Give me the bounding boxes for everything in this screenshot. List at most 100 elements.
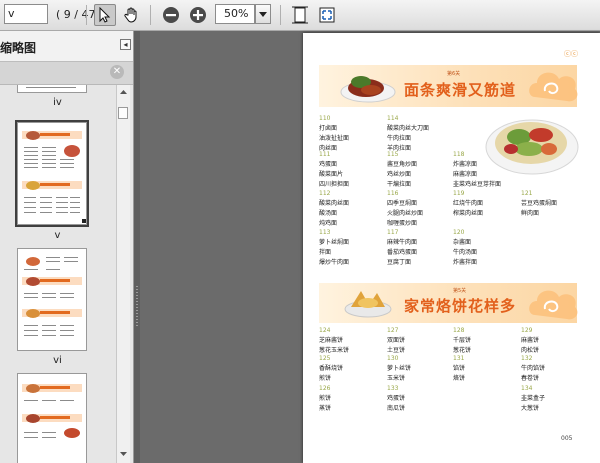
menu-item: 大葱饼 xyxy=(521,405,540,412)
menu-item: 牛肉拉面 xyxy=(387,135,412,142)
menu-item: 香酥烧饼 xyxy=(319,365,344,372)
menu-item: 火腿肉丝炒面 xyxy=(387,210,424,217)
menu-item: 杂酱面 xyxy=(453,239,472,246)
toolbar-separator xyxy=(86,5,87,25)
cloud-ornament-icon xyxy=(529,290,578,320)
fit-width-button[interactable] xyxy=(289,4,311,26)
menu-item: 爆炒牛肉面 xyxy=(319,259,350,266)
menu-item: 豆腐丁面 xyxy=(387,259,412,266)
menu-item: 红烧牛肉面 xyxy=(453,200,484,207)
thumbnail-label: vi xyxy=(53,355,62,366)
menu-item: 芸豆鸡蛋焖面 xyxy=(521,200,558,207)
menu-item: 韭菜盒子 xyxy=(521,395,546,402)
scrollbar-thumb[interactable] xyxy=(118,107,128,119)
thumbnail-page[interactable] xyxy=(17,85,87,93)
menu-group-number: 120 xyxy=(453,229,465,236)
document-page: ⓒⓒ 第6关 面条爽滑又筋道 110 打卤面 油泼扯扯面 肉丝面 114 酸菜肉丝大刀面牛… xyxy=(303,33,600,463)
menu-item: 千层饼 xyxy=(453,337,472,344)
menu-item: 玉米饼 xyxy=(387,375,406,382)
toolbar: v ( 9 / 472 ) 50% xyxy=(0,0,600,31)
collapse-panel-button[interactable]: ◂ xyxy=(120,39,131,50)
scroll-up-icon[interactable] xyxy=(117,87,130,97)
menu-group-number: 117 xyxy=(387,229,399,236)
zoom-in-icon xyxy=(190,7,206,23)
menu-group-number: 129 xyxy=(521,327,533,334)
menu-group-number: 118 xyxy=(453,151,465,158)
menu-item: 萝卜丝饼 xyxy=(387,365,412,372)
menu-item: 酸菜面片 xyxy=(319,171,344,178)
menu-group-number: 128 xyxy=(453,327,465,334)
dish-photo-icon xyxy=(485,119,579,175)
scroll-down-icon[interactable] xyxy=(117,449,130,459)
menu-item: 酱豆角炒面 xyxy=(387,161,418,168)
thumbnail-page[interactable] xyxy=(17,373,87,463)
thumbnail-panel-header: 缩略图 ◂ xyxy=(0,31,133,62)
section-title: 面条爽滑又筋道 xyxy=(404,81,517,99)
thumbnail-options-bar: ✕ xyxy=(0,62,133,85)
menu-item: 油泼扯扯面 xyxy=(319,135,350,142)
menu-item: 四季豆焖面 xyxy=(387,200,418,207)
menu-item: 韭菜鸡丝豆芽拌面 xyxy=(453,181,502,188)
cloud-ornament-icon xyxy=(529,72,578,102)
thumbnail-label: iv xyxy=(53,97,62,108)
menu-item: 葱花饼 xyxy=(453,347,472,354)
zoom-out-button[interactable] xyxy=(160,4,182,26)
toolbar-separator xyxy=(150,5,151,25)
fit-page-button[interactable] xyxy=(316,4,338,26)
menu-item: 煎饼 xyxy=(319,395,332,402)
menu-group-number: 126 xyxy=(319,385,331,392)
menu-item: 炸酱拌面 xyxy=(453,259,478,266)
menu-group-number: 131 xyxy=(453,355,465,362)
menu-item: 土豆饼 xyxy=(387,347,406,354)
zoom-dropdown-button[interactable] xyxy=(255,4,271,24)
menu-item: 酸汤面 xyxy=(319,210,338,217)
menu-item: 麻辣牛肉面 xyxy=(387,239,418,246)
hand-tool-button[interactable] xyxy=(120,4,142,26)
hand-icon xyxy=(124,7,137,23)
menu-item: 春卷饼 xyxy=(521,375,540,382)
menu-item: 鸡丝炒面 xyxy=(387,171,412,178)
menu-item: 牛肉汤面 xyxy=(453,249,478,256)
menu-group-number: 121 xyxy=(521,190,533,197)
menu-item: 酸菜肉丝大刀面 xyxy=(387,125,430,132)
menu-group-number: 113 xyxy=(319,229,331,236)
menu-group-number: 124 xyxy=(319,327,331,334)
menu-item: 榨菜肉丝面 xyxy=(453,210,484,217)
menu-group-number: 125 xyxy=(319,355,331,362)
menu-item: 酸菜肉丝面 xyxy=(319,200,350,207)
menu-group-number: 116 xyxy=(387,190,399,197)
close-icon[interactable]: ✕ xyxy=(110,65,124,79)
menu-item: 干煸拉面 xyxy=(387,181,412,188)
menu-group-number: 134 xyxy=(521,385,533,392)
menu-item: 打卤面 xyxy=(319,125,338,132)
menu-item: 葱花玉米饼 xyxy=(319,347,350,354)
menu-item: 双面饼 xyxy=(387,337,406,344)
menu-item: 咖喱蛋炒面 xyxy=(387,220,418,227)
fit-page-icon xyxy=(319,7,335,23)
dish-photo-icon xyxy=(340,76,396,103)
zoom-level-field[interactable]: 50% xyxy=(215,4,255,24)
thumbnail-scrollbar[interactable] xyxy=(116,85,130,463)
menu-item: 番茄鸡蛋面 xyxy=(387,249,418,256)
corner-mark: ⓒⓒ xyxy=(564,50,578,58)
page-number-input[interactable]: v xyxy=(4,4,48,24)
menu-item: 炖鸡面 xyxy=(319,220,338,227)
menu-group-number: 130 xyxy=(387,355,399,362)
panel-title: 缩略图 xyxy=(0,41,37,55)
zoom-out-icon xyxy=(163,7,179,23)
fit-width-icon xyxy=(292,6,308,24)
zoom-in-button[interactable] xyxy=(187,4,209,26)
thumbnail-page-current[interactable] xyxy=(15,120,89,227)
menu-group-number: 112 xyxy=(319,190,331,197)
menu-item: 肉松饼 xyxy=(521,347,540,354)
select-tool-button[interactable] xyxy=(94,4,116,26)
menu-item: 煎饼 xyxy=(319,375,332,382)
menu-item: 麻酱凉面 xyxy=(453,171,478,178)
menu-item: 烙饼 xyxy=(453,375,466,382)
page-number: 005 xyxy=(561,435,573,442)
dish-photo-icon xyxy=(344,291,392,318)
menu-group-number: 133 xyxy=(387,385,399,392)
menu-item: 蒸饼 xyxy=(319,405,332,412)
panel-splitter[interactable] xyxy=(134,31,140,463)
thumbnail-page[interactable] xyxy=(17,248,87,351)
